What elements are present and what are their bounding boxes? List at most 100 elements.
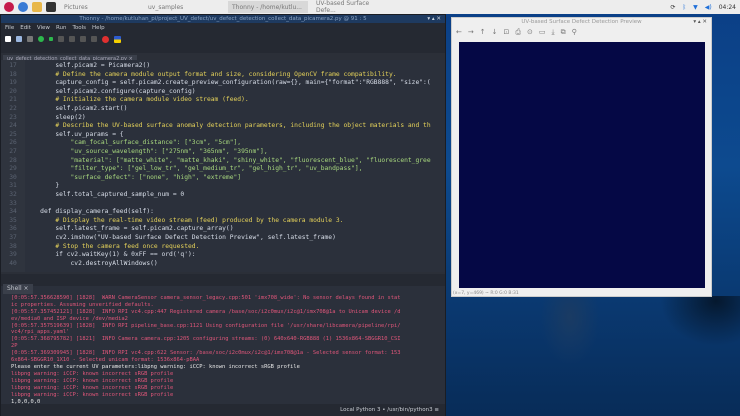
line-number: 39 [9, 251, 17, 259]
save-icon[interactable] [27, 36, 33, 42]
preview-title-bar: UV-based Surface Defect Detection Previe… [452, 18, 711, 27]
bluetooth-icon[interactable]: ᛒ [683, 4, 687, 11]
code-text: self.total_captured_sample_num = 0 [25, 191, 185, 198]
shell-line: [0:05:57.369309945] [1828] INFO RPI vc4.… [11, 350, 401, 357]
code-line: 24 # Describe the UV-based surface anoma… [1, 122, 430, 131]
line-number: 25 [9, 130, 17, 138]
support-ukraine-icon[interactable] [114, 35, 121, 43]
window-icon[interactable]: ▭ [539, 27, 546, 37]
line-number: 22 [9, 105, 17, 112]
shell-line: vc4/rpi_apps.yaml' [11, 329, 70, 336]
folder-icon[interactable] [32, 2, 42, 12]
code-text: self.picam2.start() [25, 105, 128, 112]
menu-view[interactable]: View [37, 23, 50, 33]
step-into-icon[interactable] [69, 36, 75, 42]
raspberry-menu-icon[interactable] [4, 2, 14, 12]
code-line: 21 # Initialize the camera module video … [1, 96, 248, 105]
wifi-icon[interactable]: ▼ [693, 4, 698, 11]
shell-line: [0:05:57.368795782] [1821] INFO Camera c… [11, 336, 401, 343]
zoom-icon[interactable]: ⊙ [527, 27, 533, 37]
fit-icon[interactable]: ⊡ [504, 27, 510, 37]
code-text: cv2.destroyAllWindows() [25, 259, 158, 267]
line-number: 31 [9, 182, 17, 190]
step-over-icon[interactable] [58, 36, 64, 42]
save-icon[interactable]: ⤓ [551, 27, 554, 37]
code-line: 36 self.latest_frame = self.picam2.captu… [1, 225, 233, 234]
preview-window: UV-based Surface Defect Detection Previe… [451, 17, 712, 297]
run-icon[interactable] [38, 36, 44, 42]
debug-icon[interactable] [49, 37, 53, 41]
code-line: 40 cv2.destroyAllWindows() [1, 259, 158, 269]
menu-edit[interactable]: Edit [20, 23, 31, 33]
code-text: "surface_defect": ["none", "high", "extr… [25, 173, 242, 181]
line-number: 21 [9, 96, 17, 104]
down-icon[interactable]: ↓ [492, 27, 498, 37]
shell-tab-label[interactable]: Shell × [3, 284, 33, 294]
menu-tools[interactable]: Tools [72, 23, 86, 33]
code-text: "material": ["matte_white", "matte_khaki… [25, 156, 431, 164]
camera-preview-image[interactable] [459, 42, 705, 288]
code-text: "uv_source_wavelength": ["275nm", "365nm… [25, 148, 268, 155]
terminal-icon[interactable] [46, 2, 56, 12]
code-text: self.picam2 = Picamera2() [25, 62, 151, 69]
shell-line: [0:05:57.357519639] [1828] INFO RPI pipe… [11, 322, 401, 329]
stop-icon[interactable] [102, 35, 109, 43]
code-text: "cam_focal_surface_distance": ["3cm", "5… [25, 139, 242, 147]
settings-icon[interactable]: ⚲ [572, 27, 577, 37]
editor-tab[interactable]: uv_defect_detection_collect_data_picamer… [1, 45, 445, 63]
shell-line: [0:05:57.356628590] [1828] WARN CameraSe… [11, 294, 401, 301]
shell-console[interactable]: se[0:05:57.356628590] [1828] WARN Camera… [1, 286, 445, 404]
task-pictures[interactable]: Pictures [60, 1, 140, 13]
line-number: 17 [9, 62, 17, 69]
pixel-status: (x=7, y=469) ~ R:0 G:0 B:31 [453, 291, 519, 296]
code-text: "filter_type": ["gel_low_tr", "gel_mediu… [25, 165, 363, 173]
task-uv-samples[interactable]: uv_samples [144, 1, 224, 13]
menu-bar: File Edit View Run Tools Help [1, 23, 445, 33]
volume-icon[interactable]: ◀) [705, 4, 712, 11]
menu-run[interactable]: Run [56, 23, 67, 33]
code-editor[interactable]: 17 self.picam2 = Picamera2() 18 # Define … [1, 60, 445, 272]
window-controls[interactable]: ▾ ▴ ✕ [427, 15, 441, 23]
menu-help[interactable]: Help [92, 23, 105, 33]
shell-line: ev/media0 and ISP device /dev/media2 [11, 315, 128, 322]
task-thonny[interactable]: Thonny - /home/kutlu... [228, 1, 308, 13]
code-line: 34 def display_camera_feed(self): [1, 208, 154, 217]
up-icon[interactable]: ↑ [480, 27, 486, 37]
browser-icon[interactable] [18, 2, 28, 12]
sync-icon[interactable]: ⟳ [670, 4, 675, 11]
code-text: if cv2.waitKey(1) & 0xFF == ord('q'): [25, 251, 196, 259]
forward-icon[interactable]: → [468, 27, 474, 37]
code-line: 28 "material": ["matte_white", "matte_kh… [1, 156, 431, 166]
line-number: 36 [9, 225, 17, 233]
task-preview[interactable]: UV-based Surface Defe... [312, 0, 392, 14]
code-line: 31 } [1, 182, 59, 191]
shell-line: libpng warning: iCCP: known incorrect sR… [11, 391, 174, 398]
shell-line: libpng warning: iCCP: known incorrect sR… [11, 384, 174, 391]
open-file-icon[interactable] [16, 36, 22, 42]
code-text: sleep(2) [25, 113, 86, 121]
line-number: 32 [9, 191, 17, 198]
new-file-icon[interactable] [5, 36, 11, 42]
code-line: 37 cv2.imshow("UV-based Surface Defect D… [1, 234, 336, 243]
print-icon[interactable]: ⎙ [515, 27, 521, 37]
line-number: 37 [9, 234, 17, 241]
code-text: capture_config = self.picam2.create_prev… [25, 79, 431, 87]
preview-title: UV-based Surface Defect Detection Previe… [521, 19, 642, 25]
line-number: 26 [9, 139, 17, 147]
line-number: 40 [9, 259, 17, 267]
clock: 04:24 [718, 3, 736, 11]
line-number: 20 [9, 87, 17, 95]
line-number: 23 [9, 113, 17, 121]
shell-line: libpng warning: iCCP: known incorrect sR… [11, 370, 174, 377]
resume-icon[interactable] [91, 36, 97, 42]
interpreter-status[interactable]: Local Python 3 • /usr/bin/python3 ≡ [1, 404, 445, 416]
code-line: 26 "cam_focal_surface_distance": ["3cm",… [1, 139, 241, 148]
step-out-icon[interactable] [80, 36, 86, 42]
code-line: 17 self.picam2 = Picamera2() [1, 62, 150, 71]
preview-window-controls[interactable]: ▾ ▴ ✕ [693, 18, 707, 27]
menu-file[interactable]: File [5, 23, 14, 33]
back-icon[interactable]: ← [456, 27, 462, 37]
code-line: 27 "uv_source_wavelength": ["275nm", "36… [1, 148, 268, 157]
shell-tab[interactable]: Shell × [1, 274, 445, 294]
copy-icon[interactable]: ⧉ [561, 27, 566, 37]
